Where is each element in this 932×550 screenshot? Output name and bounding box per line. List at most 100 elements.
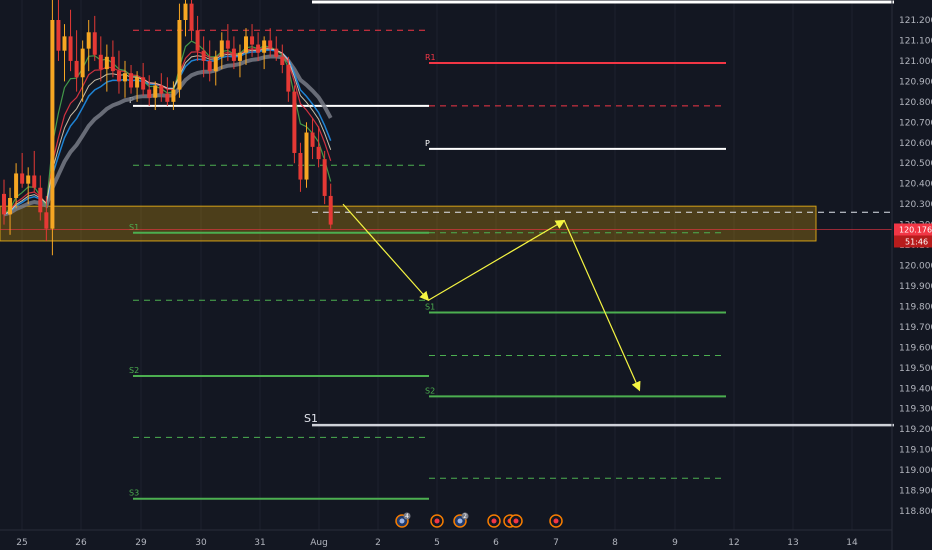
candle-body <box>20 173 25 184</box>
price-tick-label: 119.700 <box>899 323 932 333</box>
candle-body <box>274 48 279 57</box>
price-tick-label: 119.800 <box>899 302 932 312</box>
price-tick-label: 121.000 <box>899 57 932 67</box>
candle-body <box>74 60 79 78</box>
event-marker-dot <box>434 518 440 524</box>
candle-body <box>237 52 242 61</box>
candle-body <box>56 20 61 51</box>
candle-body <box>32 175 37 188</box>
price-tick-label: 118.800 <box>899 507 932 517</box>
candle-body <box>316 146 321 160</box>
time-axis[interactable]: 25 26 29 30 31 Aug 2 5 6 7 8 9 12 13 14 <box>16 538 858 548</box>
candle-body <box>44 212 49 229</box>
candle-body <box>310 132 315 147</box>
price-tick-label: 120.800 <box>899 98 932 108</box>
time-tick-label: 2 <box>375 538 381 548</box>
candle-body <box>268 40 273 49</box>
candle-body <box>177 20 182 90</box>
time-tick-label: 31 <box>254 538 265 548</box>
candle-body <box>171 89 176 102</box>
candle-body <box>68 36 73 61</box>
candle-body <box>280 56 285 66</box>
candle-body <box>2 193 6 215</box>
price-tick-label: 119.500 <box>899 364 932 374</box>
weekly-pivot-6-label: S2 <box>425 386 435 395</box>
time-tick-label: 5 <box>434 538 440 548</box>
prior-pivot-5-label: S2 <box>129 366 139 375</box>
time-tick-label: 12 <box>728 538 739 548</box>
weekly-pivot-2-label: P <box>425 139 430 148</box>
price-tick-label: 120.400 <box>899 180 932 190</box>
price-tick-label: 119.400 <box>899 384 932 394</box>
event-marker-dot <box>553 518 559 524</box>
time-tick-label: 29 <box>135 538 147 548</box>
candle-body <box>286 65 291 92</box>
candle-body <box>123 73 127 82</box>
candle-body <box>189 3 194 31</box>
candle-body <box>38 187 43 213</box>
price-chart[interactable]: PS1S2S3R1PS1S2S1 121.200121.100121.00012… <box>0 0 932 550</box>
candle-body <box>92 32 97 55</box>
candle-body <box>104 56 109 70</box>
price-tick-label: 119.000 <box>899 466 932 476</box>
price-tick-label: 120.700 <box>899 118 932 128</box>
candle-body <box>159 85 164 94</box>
time-tick-label: 13 <box>787 538 798 548</box>
candle-body <box>110 56 115 72</box>
candle-body <box>292 91 297 153</box>
candle-body <box>86 32 91 49</box>
price-tick-label: 120.300 <box>899 200 932 210</box>
event-count: 4 <box>405 513 409 520</box>
price-tick-label: 120.000 <box>899 262 932 272</box>
time-tick-label: 6 <box>493 538 499 548</box>
weekly-pivot-0-label: R1 <box>425 53 436 62</box>
candle-body <box>153 85 158 98</box>
event-count: 2 <box>463 513 467 520</box>
prior-pivot-7-label: S3 <box>129 489 139 498</box>
candle-body <box>183 3 188 20</box>
candle-body <box>141 77 146 90</box>
price-tick-label: 121.200 <box>899 16 932 26</box>
candle-body <box>26 175 31 184</box>
candle-body <box>219 40 224 57</box>
time-tick-label: 14 <box>846 538 858 548</box>
candle-body <box>98 54 103 70</box>
candle-body <box>8 197 13 215</box>
price-tick-label: 118.900 <box>899 487 932 497</box>
support-zone[interactable] <box>0 205 817 242</box>
price-tick-label: 120.600 <box>899 139 932 149</box>
candle-body <box>213 56 218 72</box>
candle-body <box>62 36 67 51</box>
candle-body <box>298 152 303 180</box>
chart-background <box>0 0 932 550</box>
candle-body <box>201 50 206 61</box>
price-tick-label: 119.200 <box>899 425 932 435</box>
candle-body <box>250 36 255 45</box>
monthly-s1-label: S1 <box>304 412 318 425</box>
candle-body <box>195 30 200 51</box>
candle-body <box>50 20 55 229</box>
price-tick-label: 120.500 <box>899 159 932 169</box>
weekly-pivot-4-label: S1 <box>425 303 435 312</box>
time-tick-label: Aug <box>310 538 328 548</box>
event-marker-dot <box>457 518 463 524</box>
candle-body <box>304 132 309 180</box>
candle-body <box>322 159 327 196</box>
time-tick-label: 26 <box>75 538 87 548</box>
event-marker-dot <box>399 518 405 524</box>
price-tick-label: 119.300 <box>899 405 932 415</box>
candle-body <box>225 40 230 49</box>
time-tick-label: 7 <box>553 538 559 548</box>
last-price-tag-text: 120.176 <box>899 225 932 234</box>
candle-body <box>129 73 134 88</box>
candle-body <box>116 71 121 82</box>
time-tick-label: 9 <box>672 538 678 548</box>
candle-body <box>80 48 85 78</box>
candle-body <box>147 89 152 98</box>
candle-body <box>328 195 333 225</box>
support-zone-rect[interactable] <box>0 205 817 242</box>
price-tick-label: 119.600 <box>899 343 932 353</box>
time-tick-label: 30 <box>195 538 207 548</box>
candle-body <box>165 93 170 102</box>
price-tick-label: 121.100 <box>899 36 932 46</box>
